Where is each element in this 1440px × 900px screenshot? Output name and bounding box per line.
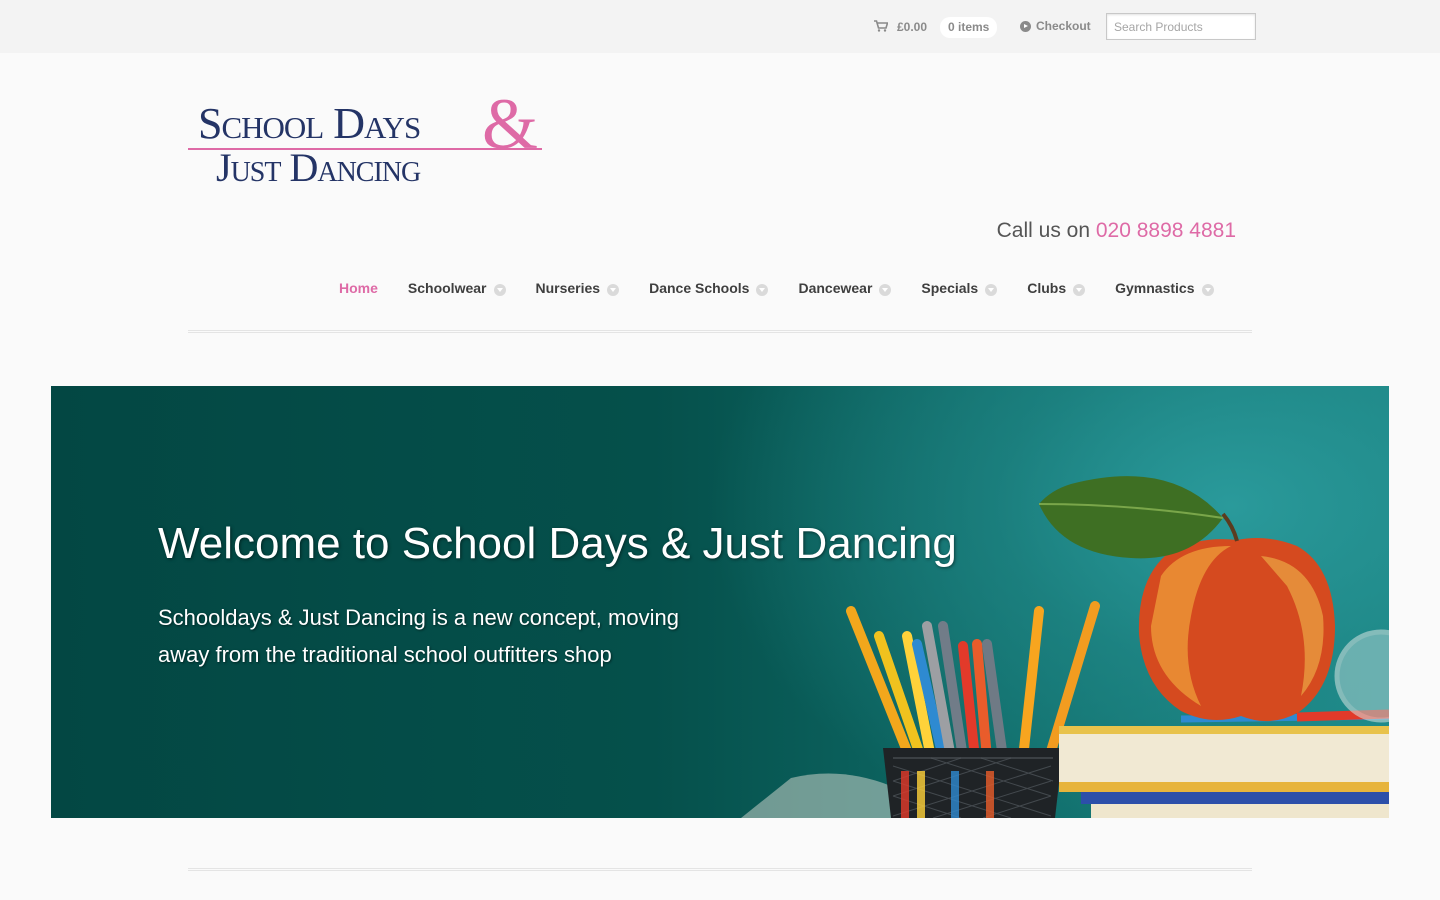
chevron-down-icon [985, 284, 998, 296]
logo-ampersand: & [482, 84, 539, 164]
logo-line-2: Just Dancing [216, 145, 421, 190]
chevron-down-icon [756, 284, 769, 296]
site-logo[interactable]: School Days Just Dancing & [186, 88, 546, 194]
hero-text: Schooldays & Just Dancing is a new conce… [158, 605, 679, 667]
nav-label: Home [339, 280, 378, 296]
content-divider [188, 868, 1252, 871]
nav-item-dance-schools[interactable]: Dance Schools [649, 280, 769, 296]
chevron-down-icon [1201, 284, 1214, 296]
call-us-label: Call us on [996, 219, 1091, 242]
checkout-arrow-icon [1020, 20, 1031, 32]
chevron-down-icon [879, 284, 892, 296]
nav-label: Dancewear [798, 280, 873, 296]
search-input[interactable] [1106, 13, 1256, 40]
nav-item-gymnastics[interactable]: Gymnastics [1115, 280, 1214, 296]
chevron-down-icon [1073, 284, 1086, 296]
hero-title: Welcome to School Days & Just Dancing [158, 519, 957, 568]
nav-label: Clubs [1027, 280, 1067, 296]
nav-label: Nurseries [535, 280, 601, 296]
nav-item-schoolwear[interactable]: Schoolwear [408, 280, 506, 296]
nav-item-dancewear[interactable]: Dancewear [798, 280, 892, 296]
nav-label: Specials [921, 280, 979, 296]
nav-label: Gymnastics [1115, 280, 1195, 296]
hero-banner[interactable]: Welcome to School Days & Just Dancing Sc… [51, 386, 1389, 818]
cart-items-count[interactable]: 0 items [940, 17, 998, 38]
checkout-link[interactable]: Checkout [1020, 19, 1091, 33]
main-nav: Home Schoolwear Nurseries Dance Schools … [339, 280, 1214, 296]
nav-label: Schoolwear [407, 280, 487, 296]
chevron-down-icon [493, 284, 506, 296]
nav-item-clubs[interactable]: Clubs [1027, 280, 1086, 296]
nav-label: Dance Schools [649, 280, 750, 296]
top-bar: £0.00 0 items Checkout [0, 0, 1440, 53]
nav-item-home[interactable]: Home [339, 280, 378, 296]
call-us: Call us on 020 8898 4881 [997, 219, 1236, 243]
logo-line-1: School Days [198, 99, 421, 148]
cart-total[interactable]: £0.00 [897, 20, 927, 34]
header-divider [188, 330, 1252, 333]
checkout-label: Checkout [1036, 19, 1091, 33]
phone-number[interactable]: 020 8898 4881 [1096, 219, 1236, 242]
cart-icon[interactable] [874, 20, 888, 32]
chevron-down-icon [607, 284, 620, 296]
nav-item-specials[interactable]: Specials [921, 280, 998, 296]
nav-item-nurseries[interactable]: Nurseries [536, 280, 620, 296]
